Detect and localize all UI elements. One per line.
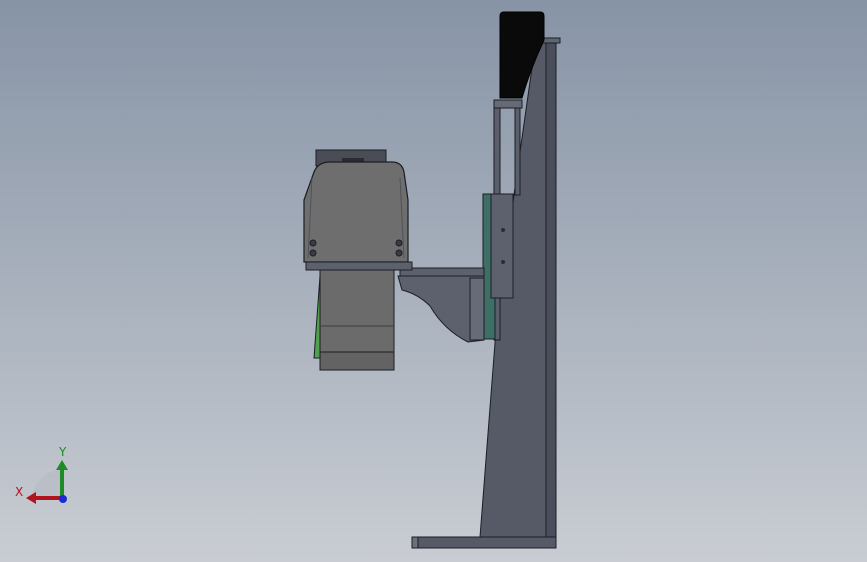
triad-quarter-disc — [32, 470, 62, 500]
carriage-bolt-top — [501, 228, 505, 232]
housing-screw-br — [395, 249, 403, 257]
coordinate-triad: Y X — [15, 445, 68, 504]
motor-head[interactable] — [303, 149, 413, 371]
guide-top-block — [493, 99, 523, 109]
spindle-lower-ring — [319, 351, 395, 371]
x-axis-label: X — [15, 485, 23, 499]
y-axis-arrowhead — [56, 460, 68, 470]
motor-mount-plate[interactable] — [305, 261, 413, 271]
graphics-viewport[interactable]: Y X — [0, 0, 867, 562]
column-back-face — [545, 39, 557, 538]
support-bracket[interactable] — [397, 267, 485, 343]
housing-screw-tr — [395, 239, 403, 247]
carriage-bolt-bottom — [501, 260, 505, 264]
bracket-side-plate — [469, 277, 485, 341]
housing-screw-bl — [309, 249, 317, 257]
guide-rail-right — [514, 99, 521, 196]
base-plate-edge — [411, 536, 419, 549]
base-plate[interactable] — [413, 536, 557, 549]
motor-housing[interactable] — [303, 161, 409, 263]
z-axis-dot — [59, 495, 67, 503]
x-axis-arrowhead — [26, 492, 36, 504]
carriage-block[interactable] — [490, 193, 514, 299]
y-axis-label: Y — [58, 445, 67, 459]
bracket-arm[interactable] — [399, 267, 485, 277]
model-view[interactable]: Y X — [0, 0, 867, 562]
housing-screw-tl — [309, 239, 317, 247]
